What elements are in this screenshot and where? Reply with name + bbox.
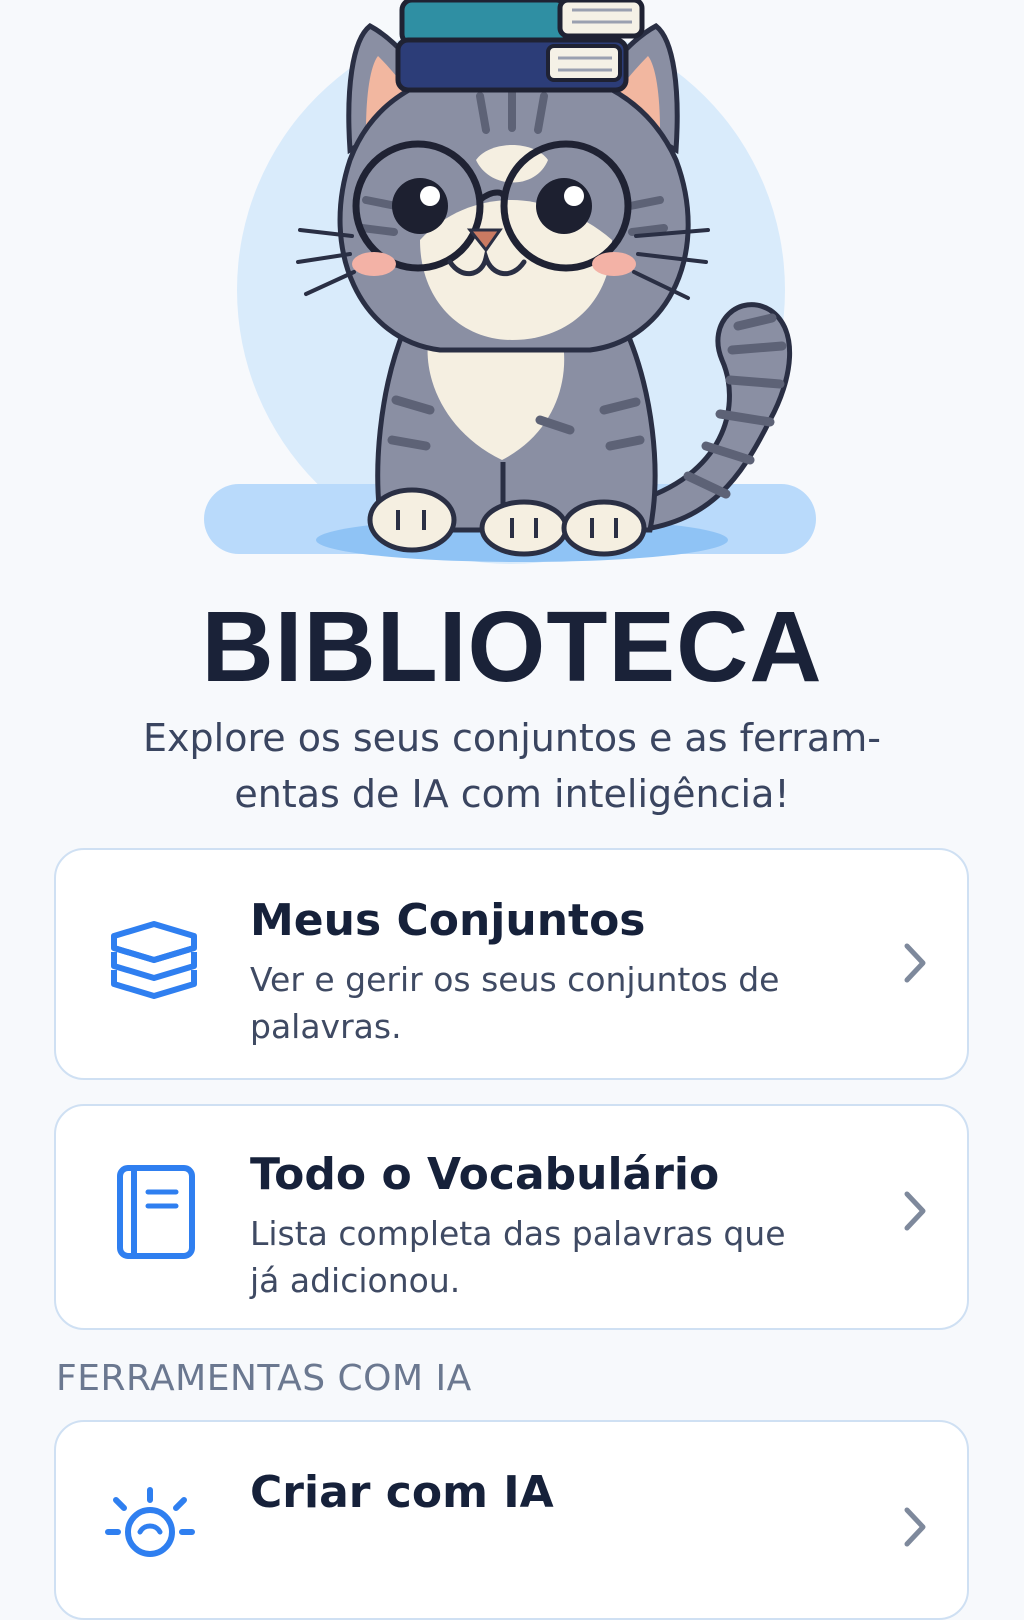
lightbulb-sparkle-icon: [105, 1487, 195, 1557]
card-todo-o-vocabulario[interactable]: Todo o Vocabulário Lista completa das pa…: [54, 1104, 969, 1330]
section-label-ai-tools: FERRAMENTAS COM IA: [56, 1358, 472, 1399]
chevron-right-icon: [904, 943, 926, 983]
card-description: Ver e gerir os seus conjuntos de palavra…: [250, 960, 780, 1046]
card-description: Lista completa das palavras que já adici…: [250, 1214, 786, 1300]
hero-illustration: [0, 0, 1024, 580]
card-title: Criar com IA: [250, 1467, 554, 1518]
card-title: Meus Conjuntos: [250, 895, 646, 946]
page-title: BIBLIOTECA: [201, 591, 823, 703]
chevron-right-icon: [904, 1191, 926, 1231]
card-title: Todo o Vocabulário: [250, 1149, 720, 1200]
page-subtitle-text: Explore os seus conjuntos e as ferram- e…: [143, 716, 881, 816]
chevron-right-icon: [904, 1507, 926, 1547]
page-subtitle: Explore os seus conjuntos e as ferram- e…: [112, 710, 912, 822]
card-criar-com-ia[interactable]: Criar com IA: [54, 1420, 969, 1620]
stack-layers-icon: [111, 921, 197, 999]
card-meus-conjuntos[interactable]: Meus Conjuntos Ver e gerir os seus conju…: [54, 848, 969, 1080]
cat-mascot-icon: [204, 0, 816, 564]
notebook-icon: [117, 1165, 195, 1259]
